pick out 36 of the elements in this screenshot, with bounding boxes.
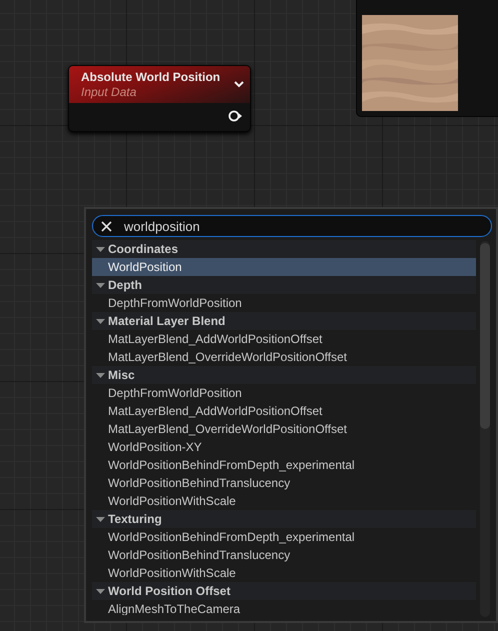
- chevron-icon[interactable]: [234, 81, 244, 88]
- search-field[interactable]: worldposition: [92, 215, 492, 237]
- list-item[interactable]: WorldPositionWithScale: [92, 492, 476, 510]
- list-item[interactable]: WorldPositionBehindFromDepth_experimental: [92, 528, 476, 546]
- expand-icon: [96, 280, 105, 290]
- list-item[interactable]: MatLayerBlend_OverrideWorldPositionOffset: [92, 348, 476, 366]
- list-item[interactable]: WorldPositionWithScale: [92, 564, 476, 582]
- graph-node[interactable]: Absolute World Position Input Data: [68, 65, 251, 132]
- list-item[interactable]: MatLayerBlend_OverrideWorldPositionOffset: [92, 420, 476, 438]
- list-item[interactable]: MatLayerBlend_AddWorldPositionOffset: [92, 330, 476, 348]
- list-item[interactable]: DepthFromWorldPosition: [92, 384, 476, 402]
- list-item[interactable]: MatLayerBlend_AddWorldPositionOffset: [92, 402, 476, 420]
- expand-icon: [96, 316, 105, 326]
- expand-icon: [96, 370, 105, 380]
- search-input[interactable]: worldposition: [124, 217, 483, 235]
- texture-node[interactable]: [356, 0, 498, 117]
- scrollbar[interactable]: [480, 241, 490, 617]
- node-subtitle: Input Data: [81, 85, 138, 99]
- category-row[interactable]: Material Layer Blend: [92, 312, 476, 330]
- output-pin-icon[interactable]: [228, 110, 242, 122]
- category-row[interactable]: Coordinates: [92, 240, 476, 258]
- expand-icon: [96, 244, 105, 254]
- category-row[interactable]: Texturing: [92, 510, 476, 528]
- expand-icon: [96, 514, 105, 524]
- list-item[interactable]: WorldPosition: [92, 258, 476, 276]
- clear-icon[interactable]: [101, 220, 112, 232]
- expand-icon: [96, 586, 105, 596]
- category-row[interactable]: Misc: [92, 366, 476, 384]
- list-item[interactable]: DepthFromWorldPosition: [92, 294, 476, 312]
- node-title: Absolute World Position: [81, 70, 220, 84]
- category-row[interactable]: Depth: [92, 276, 476, 294]
- list-item[interactable]: WorldPositionBehindTranslucency: [92, 546, 476, 564]
- list-item[interactable]: WorldPositionBehindFromDepth_experimental: [92, 456, 476, 474]
- list-item[interactable]: WorldPosition-XY: [92, 438, 476, 456]
- list-item[interactable]: WorldPositionBehindTranslucency: [92, 474, 476, 492]
- category-row[interactable]: World Position Offset: [92, 582, 476, 600]
